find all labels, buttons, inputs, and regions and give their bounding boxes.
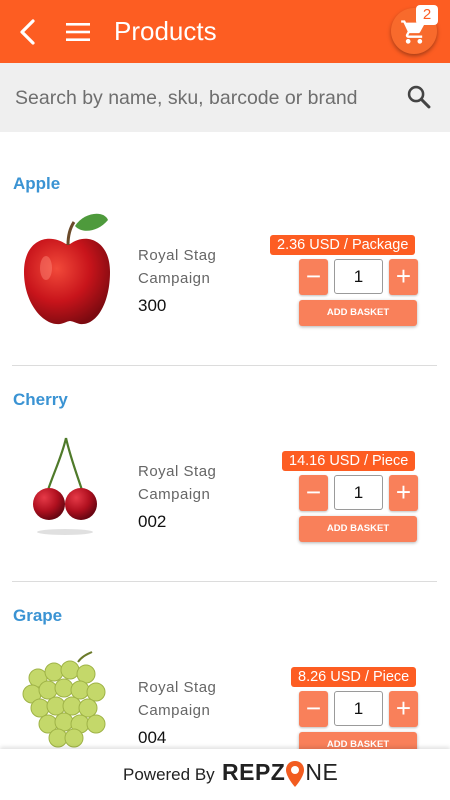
decrement-button[interactable]: − (299, 475, 328, 511)
campaign-name: Royal Stag Campaign (138, 247, 217, 287)
quantity-input[interactable]: 1 (334, 475, 383, 510)
cart-button[interactable]: 2 (391, 5, 438, 54)
app-bar: Products 2 (0, 0, 450, 63)
apple-image (24, 213, 110, 325)
product-code: 002 (138, 512, 167, 531)
price-badge: 14.16 USD / Piece (282, 451, 416, 471)
campaign-name: Royal Stag Campaign (138, 679, 217, 719)
decrement-button[interactable]: − (299, 691, 328, 727)
increment-button[interactable]: + (389, 475, 418, 511)
location-pin-icon (286, 760, 305, 787)
product-code: 300 (138, 296, 167, 315)
powered-by-label: Powered By (123, 765, 215, 784)
increment-button[interactable]: + (389, 259, 418, 295)
page-title: Products (114, 16, 217, 46)
divider (12, 365, 437, 366)
quantity-input[interactable]: 1 (334, 259, 383, 294)
cherry-image (33, 437, 97, 535)
search-bar[interactable]: Search by name, sku, barcode or brand (0, 63, 450, 132)
repzone-logo: REPZ NE (222, 759, 338, 788)
price-badge: 8.26 USD / Piece (291, 667, 417, 687)
product-code: 004 (138, 728, 167, 747)
decrement-button[interactable]: − (299, 259, 328, 295)
increment-button[interactable]: + (389, 691, 418, 727)
price-badge: 2.36 USD / Package (270, 235, 416, 255)
add-basket-button[interactable]: ADD BASKET (299, 300, 417, 326)
quantity-input[interactable]: 1 (334, 691, 383, 726)
search-icon[interactable] (405, 83, 433, 111)
campaign-name: Royal Stag Campaign (138, 463, 217, 503)
back-arrow-icon[interactable] (14, 17, 44, 47)
product-name[interactable]: Grape (13, 606, 62, 626)
grape-image (22, 651, 106, 748)
search-input[interactable]: Search by name, sku, barcode or brand (15, 87, 358, 110)
product-name[interactable]: Cherry (13, 390, 68, 410)
hamburger-menu-icon[interactable] (63, 18, 93, 46)
add-basket-button[interactable]: ADD BASKET (299, 516, 417, 542)
cart-count-badge: 2 (416, 5, 438, 25)
divider (12, 581, 437, 582)
footer: Powered By REPZ NE (0, 749, 450, 800)
product-name[interactable]: Apple (13, 174, 60, 194)
